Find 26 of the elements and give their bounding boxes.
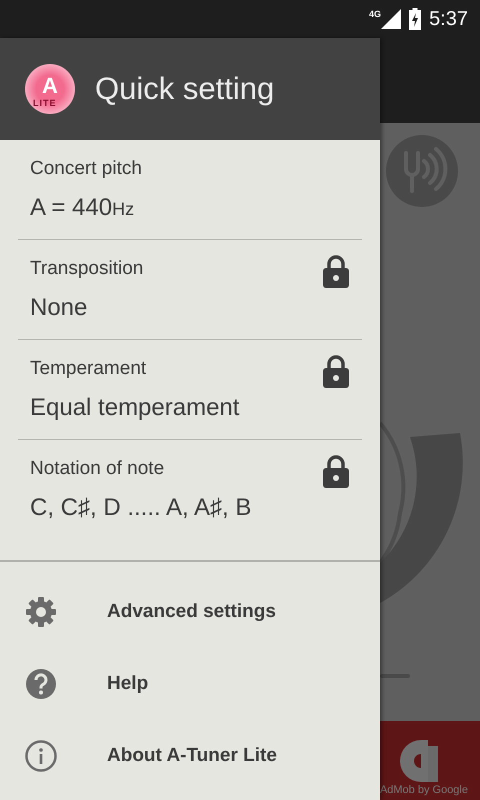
help-icon xyxy=(25,668,57,700)
setting-value: C, C♯, D ..... A, A♯, B xyxy=(30,494,252,522)
battery-charging-icon xyxy=(409,8,422,30)
menu-item[interactable]: Advanced settings xyxy=(0,576,380,648)
logo-letter: A xyxy=(42,73,58,99)
setting-label: Notation of note xyxy=(30,458,166,480)
ad-attribution: AdMob by Google xyxy=(380,784,468,796)
signal-icon xyxy=(381,9,402,29)
drawer-title: Quick setting xyxy=(95,71,274,107)
clock-time: 5:37 xyxy=(429,8,468,30)
setting-label: Transposition xyxy=(30,258,144,280)
setting-row[interactable]: Temperament Equal temperament xyxy=(18,340,362,440)
setting-label: Concert pitch xyxy=(30,158,142,180)
setting-row[interactable]: Notation of note C, C♯, D ..... A, A♯, B xyxy=(18,440,362,560)
network-label: 4G xyxy=(369,9,382,19)
setting-value: None xyxy=(30,294,88,322)
setting-row[interactable]: Concert pitch A = 440Hz xyxy=(18,140,362,240)
logo-badge-text: LITE xyxy=(33,98,56,108)
menu-item[interactable]: About A-Tuner Lite xyxy=(0,720,380,792)
info-icon xyxy=(25,740,57,772)
setting-row[interactable]: Transposition None xyxy=(18,240,362,340)
setting-value: Equal temperament xyxy=(30,394,240,422)
settings-icon xyxy=(25,596,57,628)
menu-item[interactable]: Help xyxy=(0,648,380,720)
setting-label: Temperament xyxy=(30,358,148,380)
setting-value: A = 440Hz xyxy=(30,194,136,222)
